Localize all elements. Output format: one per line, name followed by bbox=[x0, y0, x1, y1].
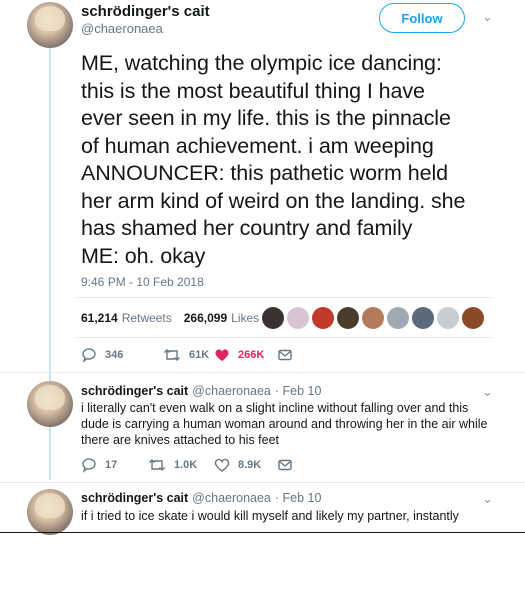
retweet-count: 61K bbox=[189, 349, 210, 361]
retweet-count: 1.0K bbox=[174, 459, 198, 471]
retweets-label[interactable]: Retweets bbox=[122, 311, 172, 325]
retweet-icon bbox=[164, 349, 180, 361]
reply-count: 17 bbox=[105, 459, 118, 471]
display-name[interactable]: schrödinger's cait bbox=[81, 491, 188, 505]
liker-avatar[interactable] bbox=[387, 307, 409, 329]
chevron-down-icon[interactable]: ⌄ bbox=[482, 9, 493, 25]
reply-icon bbox=[82, 458, 96, 473]
chevron-down-icon[interactable]: ⌄ bbox=[482, 384, 493, 400]
retweet-icon bbox=[149, 459, 165, 471]
avatar[interactable] bbox=[27, 2, 73, 48]
divider bbox=[75, 297, 493, 298]
user-handle[interactable]: @chaeronaea bbox=[192, 491, 271, 505]
avatar[interactable] bbox=[27, 381, 73, 427]
like-count: 8.9K bbox=[238, 459, 262, 471]
user-handle[interactable]: @chaeronaea bbox=[192, 384, 271, 398]
retweet-action[interactable]: 1.0K bbox=[148, 457, 197, 473]
reply-header: schrödinger's cait @chaeronaea · Feb 10 bbox=[81, 491, 321, 505]
reply-count: 346 bbox=[105, 349, 124, 361]
tweet-date[interactable]: · Feb 10 bbox=[275, 384, 322, 398]
retweets-count[interactable]: 61,214 bbox=[81, 311, 118, 325]
chevron-down-icon[interactable]: ⌄ bbox=[482, 491, 493, 507]
tweet-text: ME, watching the olympic ice dancing: th… bbox=[81, 51, 466, 268]
liker-avatar[interactable] bbox=[262, 307, 284, 329]
liker-avatar[interactable] bbox=[437, 307, 459, 329]
liker-avatar[interactable] bbox=[287, 307, 309, 329]
liker-avatar[interactable] bbox=[337, 307, 359, 329]
display-name[interactable]: schrödinger's cait bbox=[81, 384, 188, 398]
heart-icon bbox=[214, 458, 230, 472]
follow-button[interactable]: Follow bbox=[379, 3, 465, 33]
liker-avatars bbox=[262, 307, 484, 329]
reply-header: schrödinger's cait @chaeronaea · Feb 10 bbox=[81, 384, 321, 398]
envelope-icon bbox=[278, 349, 292, 361]
dm-action[interactable] bbox=[277, 457, 293, 473]
divider bbox=[75, 337, 493, 338]
retweet-action[interactable]: 61K bbox=[163, 347, 209, 363]
tweet-stats: 61,214 Retweets 266,099 Likes bbox=[81, 311, 259, 325]
reply-text: i literally can't even walk on a slight … bbox=[81, 401, 488, 447]
liker-avatar[interactable] bbox=[462, 307, 484, 329]
reply-icon bbox=[82, 348, 96, 363]
reply-action[interactable]: 17 bbox=[81, 457, 117, 473]
dm-action[interactable] bbox=[277, 347, 293, 363]
bottom-border bbox=[0, 532, 525, 533]
user-handle[interactable]: @chaeronaea bbox=[81, 21, 163, 36]
avatar[interactable] bbox=[27, 489, 73, 535]
heart-icon bbox=[215, 349, 229, 361]
tweet-timestamp[interactable]: 9:46 PM - 10 Feb 2018 bbox=[81, 275, 204, 289]
liker-avatar[interactable] bbox=[312, 307, 334, 329]
divider bbox=[0, 372, 525, 373]
like-action[interactable]: 266K bbox=[214, 347, 264, 363]
reply-text: if i tried to ice skate i would kill mys… bbox=[81, 509, 459, 523]
divider bbox=[0, 482, 525, 483]
tweet-date[interactable]: · Feb 10 bbox=[275, 491, 322, 505]
display-name[interactable]: schrödinger's cait bbox=[81, 3, 210, 20]
likes-count[interactable]: 266,099 bbox=[184, 311, 227, 325]
reply-action[interactable]: 346 bbox=[81, 347, 123, 363]
envelope-icon bbox=[278, 459, 292, 471]
like-count: 266K bbox=[238, 349, 265, 361]
liker-avatar[interactable] bbox=[362, 307, 384, 329]
like-action[interactable]: 8.9K bbox=[214, 457, 261, 473]
liker-avatar[interactable] bbox=[412, 307, 434, 329]
likes-label[interactable]: Likes bbox=[231, 311, 259, 325]
